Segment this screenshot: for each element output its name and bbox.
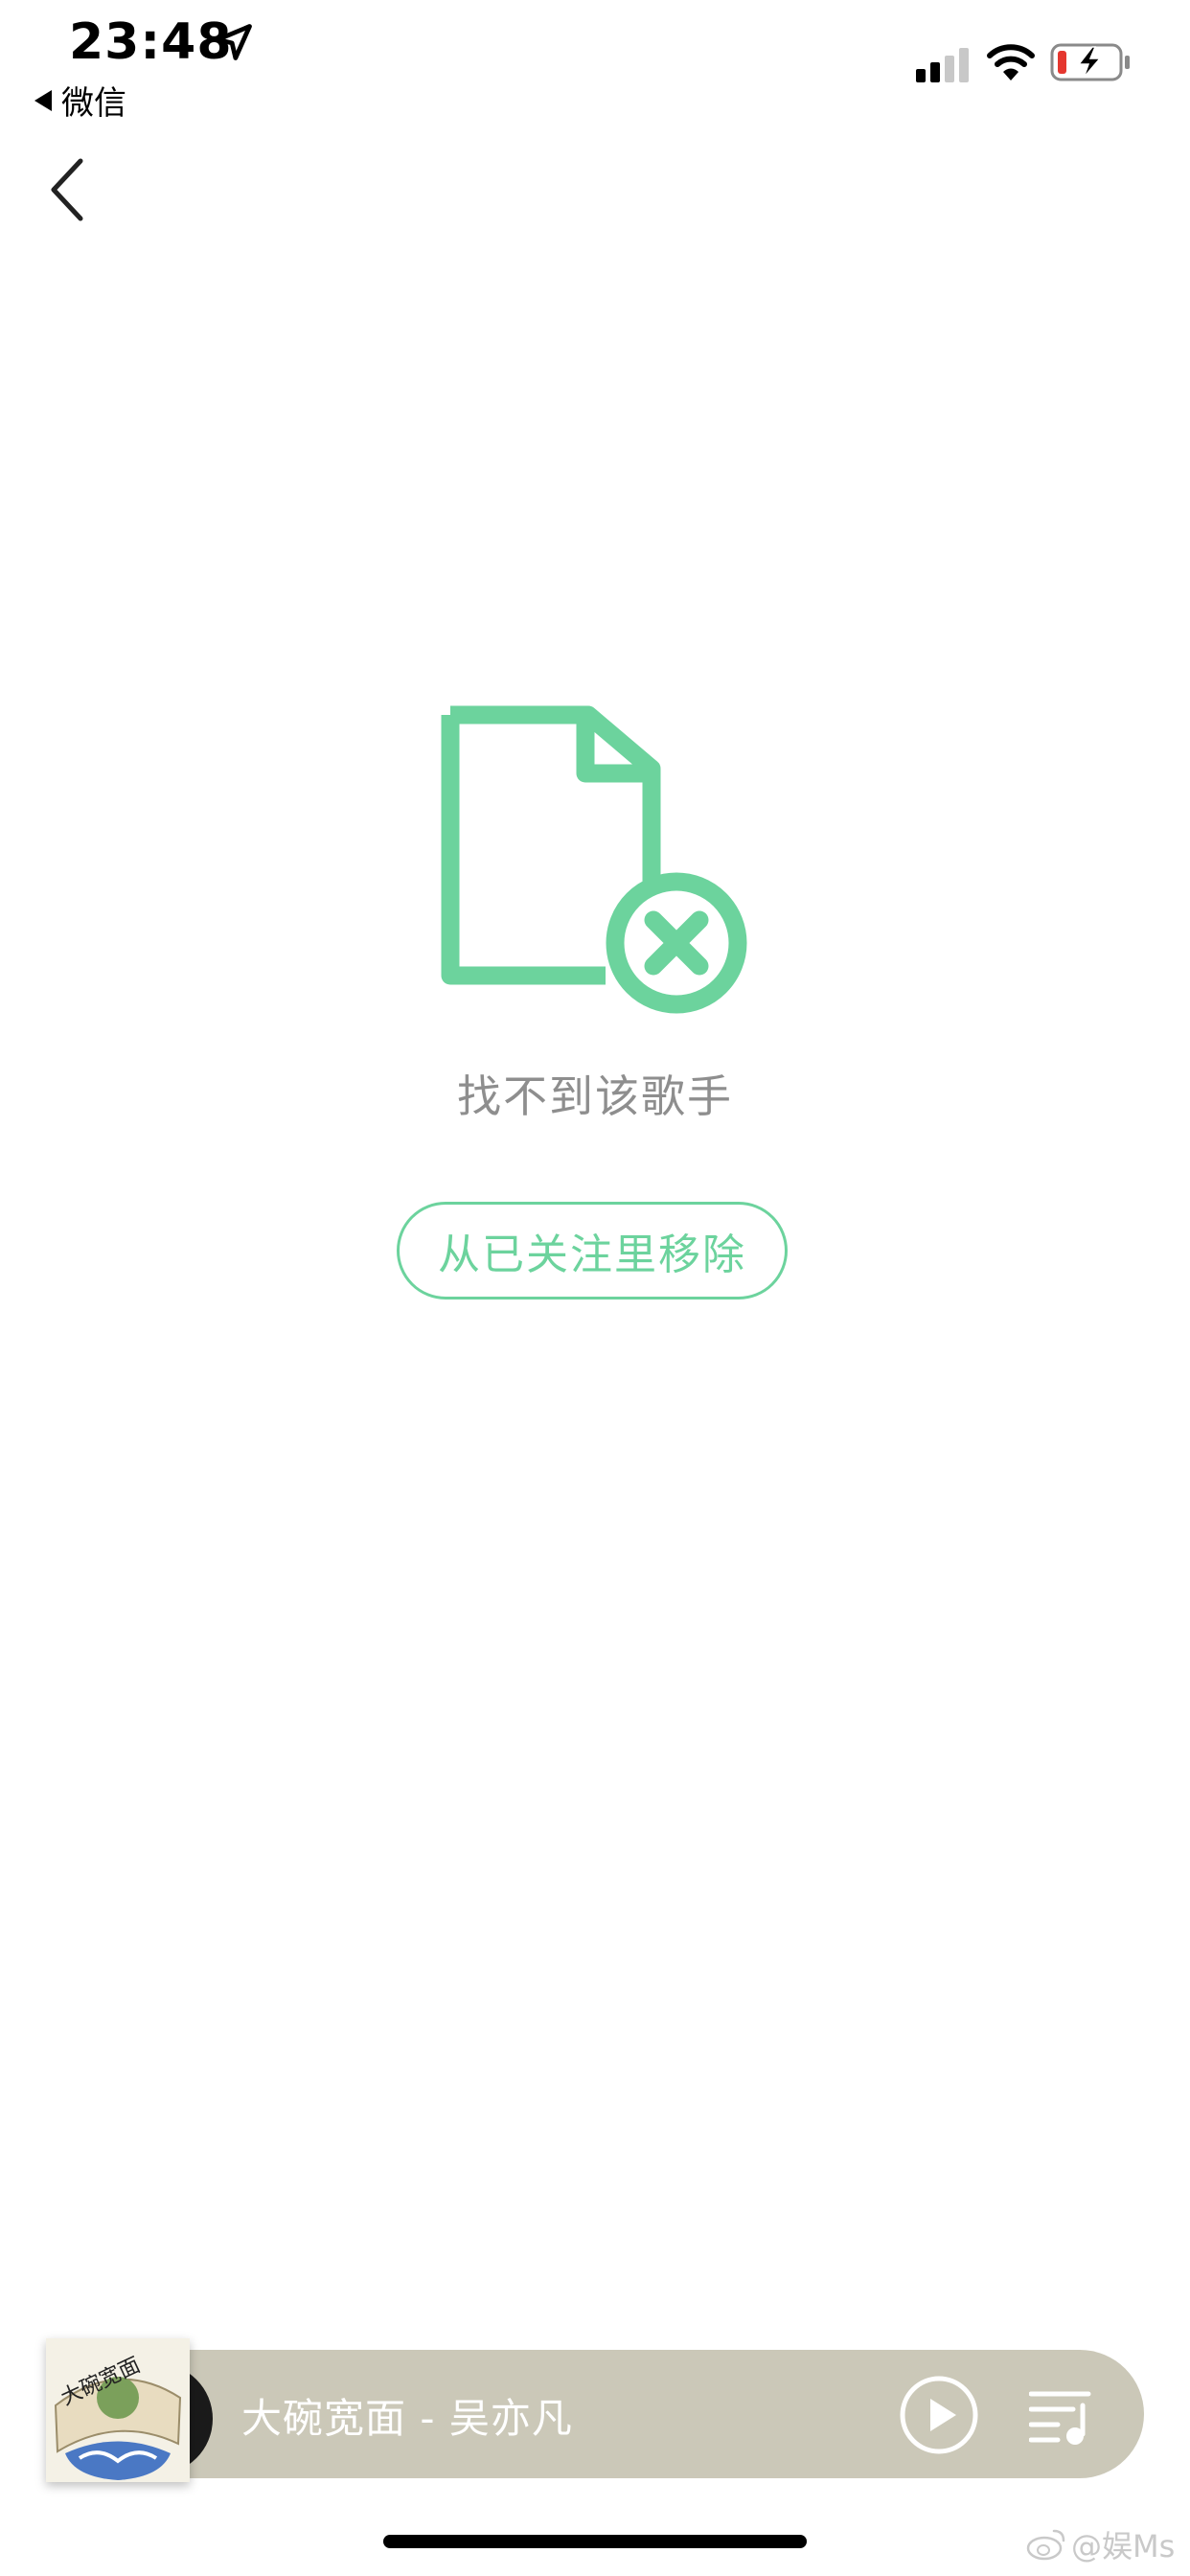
remove-from-followed-button[interactable]: 从已关注里移除 <box>397 1202 788 1300</box>
cellular-signal-icon <box>916 48 969 82</box>
watermark: @娱Ms <box>1025 2522 1175 2566</box>
home-indicator <box>383 2535 807 2548</box>
wifi-icon <box>987 44 1035 80</box>
file-error-icon <box>441 705 747 1014</box>
screen: 23:48 微信 找不到该歌手 从已关注里移除 大碗宽面 大碗宽面 - 吴亦凡 … <box>0 0 1190 2576</box>
album-art-picture: 大碗宽面 <box>46 2338 190 2482</box>
location-arrow-icon <box>216 24 252 60</box>
battery-charging-icon <box>1050 43 1130 81</box>
watermark-text: @娱Ms <box>1071 2528 1176 2564</box>
weibo-icon <box>1026 2529 1065 2561</box>
back-app-label: 微信 <box>61 84 126 123</box>
status-time: 23:48 <box>69 13 233 71</box>
back-caret-icon <box>34 89 52 111</box>
play-icon[interactable] <box>899 2375 979 2455</box>
album-art[interactable]: 大碗宽面 <box>46 2338 190 2482</box>
playlist-icon[interactable] <box>1029 2386 1092 2446</box>
empty-state-message: 找不到该歌手 <box>457 1070 733 1122</box>
back-to-app-link[interactable]: 微信 <box>34 77 126 124</box>
back-chevron-icon[interactable] <box>38 155 96 224</box>
now-playing-title[interactable]: 大碗宽面 - 吴亦凡 <box>241 2386 573 2445</box>
